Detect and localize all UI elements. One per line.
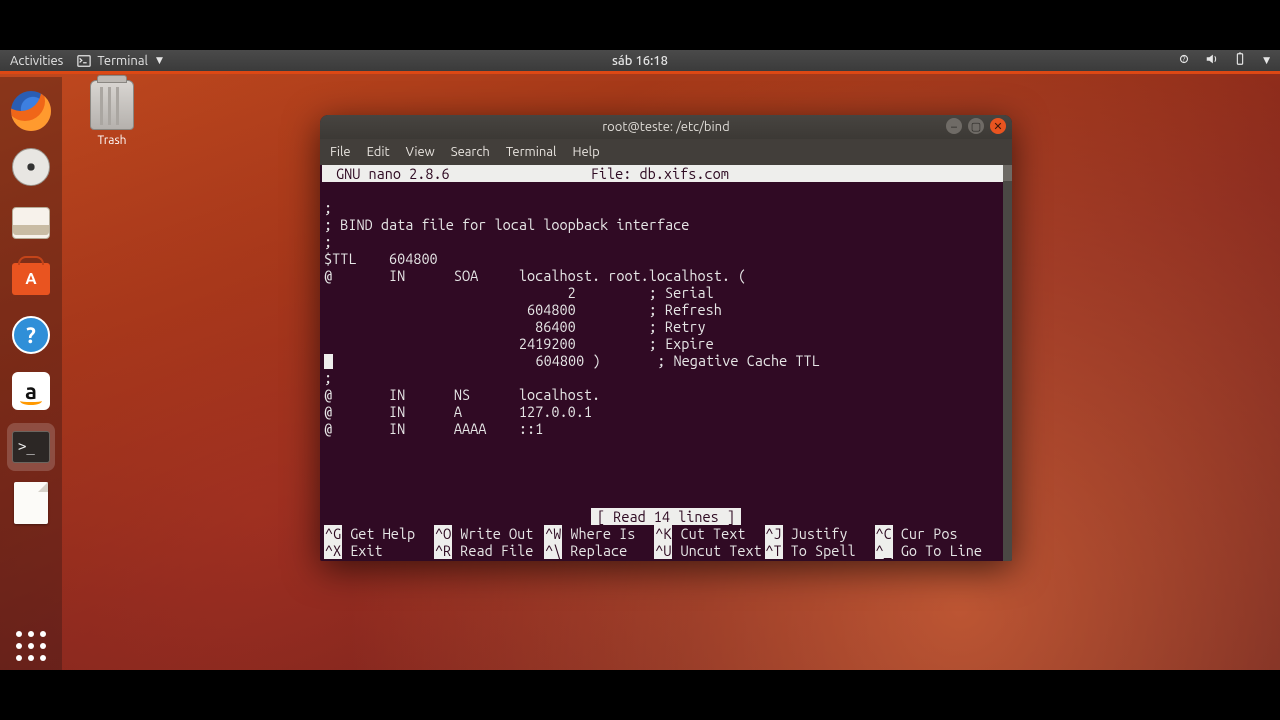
desktop: Activities Terminal ▼ sáb 16:18 ? ▼ ? a … [0,50,1280,670]
apps-grid-icon [16,631,46,661]
launcher-dock: ? a >_ [0,77,62,670]
menu-help[interactable]: Help [572,145,599,159]
nano-filename: File: db.xifs.com [450,165,870,182]
nano-editor-content[interactable]: ;; BIND data file for local loopback int… [322,182,1010,482]
trash-label: Trash [90,134,134,147]
terminal-icon: >_ [12,431,50,463]
dock-firefox[interactable] [7,87,55,135]
terminal-menubar: File Edit View Search Terminal Help [320,139,1012,165]
network-icon[interactable]: ? [1177,52,1191,69]
dock-rhythmbox[interactable] [7,143,55,191]
files-icon [12,207,50,239]
dock-terminal[interactable]: >_ [7,423,55,471]
menu-terminal[interactable]: Terminal [506,145,557,159]
top-panel: Activities Terminal ▼ sáb 16:18 ? ▼ [0,50,1280,74]
window-maximize-button[interactable]: ▢ [968,118,984,134]
window-minimize-button[interactable]: ‒ [946,118,962,134]
dock-amazon[interactable]: a [7,367,55,415]
document-icon [14,482,48,524]
menu-view[interactable]: View [406,145,435,159]
terminal-scrollbar[interactable] [1003,165,1012,561]
nano-titlebar: GNU nano 2.8.6 File: db.xifs.com [322,165,1004,182]
dock-software[interactable] [7,255,55,303]
terminal-body[interactable]: GNU nano 2.8.6 File: db.xifs.com ;; BIND… [320,165,1012,561]
firefox-icon [11,91,51,131]
menu-edit[interactable]: Edit [367,145,390,159]
window-close-button[interactable]: ✕ [990,118,1006,134]
terminal-window: root@teste: /etc/bind ‒ ▢ ✕ File Edit Vi… [320,115,1012,561]
volume-icon[interactable] [1205,52,1219,69]
activities-button[interactable]: Activities [10,54,63,68]
dock-show-apps[interactable] [7,622,55,670]
chevron-down-icon: ▼ [156,55,163,66]
disk-icon [12,148,50,186]
menu-search[interactable]: Search [451,145,490,159]
nano-shortcuts-row1: ^G Get Help^O Write Out^W Where Is^K Cut… [322,525,1010,542]
window-titlebar[interactable]: root@teste: /etc/bind ‒ ▢ ✕ [320,115,1012,139]
terminal-icon [77,54,91,68]
battery-icon[interactable] [1233,52,1247,69]
clock[interactable]: sáb 16:18 [612,54,668,68]
system-menu-caret[interactable]: ▼ [1263,55,1270,66]
menu-file[interactable]: File [330,145,351,159]
dock-help[interactable]: ? [7,311,55,359]
dock-libreoffice[interactable] [7,479,55,527]
software-icon [12,263,50,295]
nano-version: GNU nano 2.8.6 [336,165,450,182]
nano-shortcuts-row2: ^X Exit^R Read File^\ Replace^U Uncut Te… [322,542,1010,559]
help-icon: ? [12,316,50,354]
app-menu[interactable]: Terminal ▼ [77,54,163,68]
svg-text:?: ? [1183,56,1186,64]
trash-icon [90,80,134,130]
dock-files[interactable] [7,199,55,247]
nano-status-line: [ Read 14 lines ] [322,508,1010,525]
window-title: root@teste: /etc/bind [602,120,729,134]
amazon-icon: a [12,372,50,410]
desktop-trash[interactable]: Trash [90,80,134,147]
